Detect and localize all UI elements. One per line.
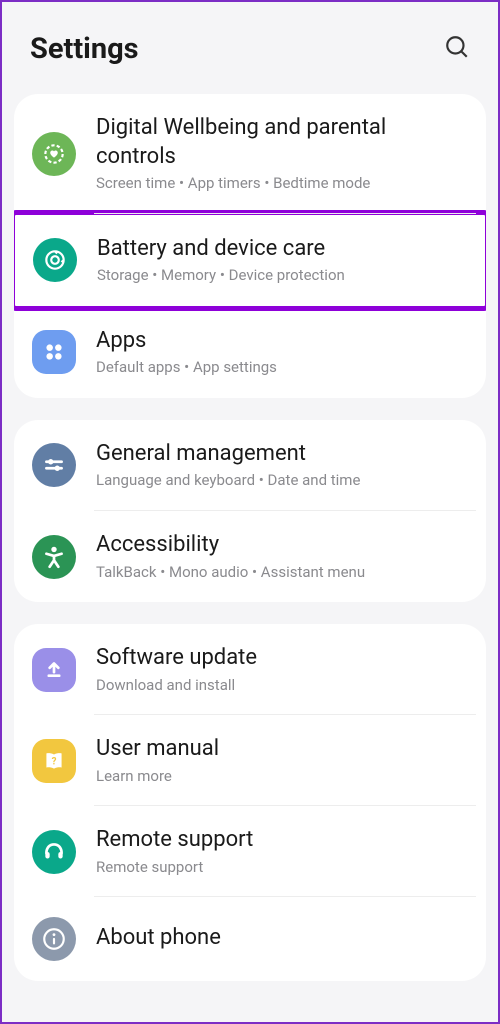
apps-icon xyxy=(32,330,76,374)
item-title: About phone xyxy=(96,924,468,953)
settings-group: Digital Wellbeing and parental controls … xyxy=(14,94,486,398)
item-title: Apps xyxy=(96,327,468,356)
item-subtitle: Remote support xyxy=(96,858,468,878)
item-content: User manual Learn more xyxy=(96,735,468,786)
page-title: Settings xyxy=(30,32,139,66)
item-general-management[interactable]: General management Language and keyboard… xyxy=(14,420,486,511)
settings-group: General management Language and keyboard… xyxy=(14,420,486,602)
item-content: Apps Default apps • App settings xyxy=(96,327,468,378)
search-button[interactable] xyxy=(444,34,470,64)
item-software-update[interactable]: Software update Download and install xyxy=(14,624,486,715)
wellbeing-icon xyxy=(32,132,76,176)
item-content: Software update Download and install xyxy=(96,644,468,695)
header: Settings xyxy=(2,2,498,94)
item-about-phone[interactable]: About phone xyxy=(14,897,486,981)
item-title: Accessibility xyxy=(96,531,468,560)
about-phone-icon xyxy=(32,917,76,961)
item-subtitle: Learn more xyxy=(96,767,468,787)
item-subtitle: Download and install xyxy=(96,676,468,696)
item-title: Digital Wellbeing and parental controls xyxy=(96,114,468,171)
item-content: General management Language and keyboard… xyxy=(96,440,468,491)
accessibility-icon xyxy=(32,535,76,579)
item-content: Battery and device care Storage • Memory… xyxy=(97,235,467,286)
remote-support-icon xyxy=(32,830,76,874)
item-subtitle: Screen time • App timers • Bedtime mode xyxy=(96,174,468,194)
item-subtitle: Default apps • App settings xyxy=(96,358,468,378)
item-remote-support[interactable]: Remote support Remote support xyxy=(14,806,486,897)
item-title: User manual xyxy=(96,735,468,764)
item-title: General management xyxy=(96,440,468,469)
item-content: About phone xyxy=(96,924,468,956)
settings-group: Software update Download and install ? U… xyxy=(14,624,486,981)
item-title: Battery and device care xyxy=(97,235,467,264)
search-icon xyxy=(444,34,470,60)
item-digital-wellbeing[interactable]: Digital Wellbeing and parental controls … xyxy=(14,94,486,214)
item-subtitle: Storage • Memory • Device protection xyxy=(97,266,467,286)
highlight-box: Battery and device care Storage • Memory… xyxy=(14,210,486,311)
item-accessibility[interactable]: Accessibility TalkBack • Mono audio • As… xyxy=(14,511,486,602)
battery-icon xyxy=(33,238,77,282)
item-title: Software update xyxy=(96,644,468,673)
item-user-manual[interactable]: ? User manual Learn more xyxy=(14,715,486,806)
item-content: Accessibility TalkBack • Mono audio • As… xyxy=(96,531,468,582)
general-icon xyxy=(32,443,76,487)
item-battery-device-care[interactable]: Battery and device care Storage • Memory… xyxy=(19,219,481,302)
item-content: Digital Wellbeing and parental controls … xyxy=(96,114,468,194)
software-update-icon xyxy=(32,648,76,692)
item-title: Remote support xyxy=(96,826,468,855)
item-content: Remote support Remote support xyxy=(96,826,468,877)
svg-text:?: ? xyxy=(52,756,57,767)
user-manual-icon: ? xyxy=(32,739,76,783)
item-apps[interactable]: Apps Default apps • App settings xyxy=(14,307,486,398)
item-subtitle: Language and keyboard • Date and time xyxy=(96,471,468,491)
item-subtitle: TalkBack • Mono audio • Assistant menu xyxy=(96,563,468,583)
